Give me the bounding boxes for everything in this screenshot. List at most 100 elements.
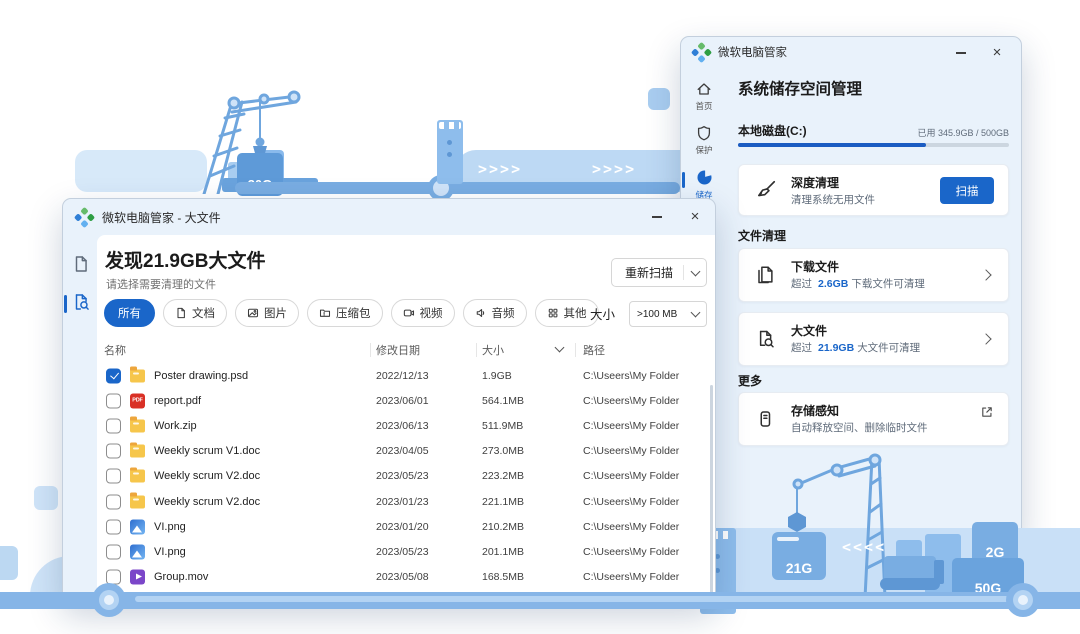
rescan-label: 重新扫描 — [612, 264, 683, 281]
filter-archives[interactable]: 压缩包 — [307, 299, 383, 327]
square-shape — [34, 486, 58, 510]
file-name: Poster drawing.psd — [154, 370, 248, 382]
filter-all[interactable]: 所有 — [104, 299, 155, 327]
file-size: 210.2MB — [482, 521, 524, 533]
filter-label: 其他 — [564, 305, 587, 321]
file-name: Group.mov — [154, 571, 208, 583]
files-titlebar[interactable]: 微软电脑管家 - 大文件 — [63, 199, 715, 235]
row-checkbox[interactable] — [106, 368, 121, 383]
size-filter-dropdown[interactable]: >100 MB — [629, 301, 707, 327]
table-row[interactable]: Weekly scrum V1.doc 2023/04/05 273.0MB C… — [97, 439, 715, 464]
doc-file-icon — [130, 445, 145, 458]
deep-clean-card[interactable]: 深度清理 清理系统无用文件 扫描 — [738, 164, 1009, 216]
card-subtitle: 超过21.9GB大文件可清理 — [791, 340, 920, 355]
disk-usage-progressbar — [738, 143, 1009, 147]
file-name: VI.png — [154, 521, 186, 533]
row-checkbox[interactable] — [106, 570, 121, 585]
filter-audio[interactable]: 音频 — [463, 299, 527, 327]
flow-arrows-icon: <<<< — [842, 538, 886, 556]
file-date: 2023/06/13 — [376, 420, 429, 432]
file-name: Weekly scrum V1.doc — [154, 445, 260, 457]
filter-label: 压缩包 — [336, 305, 371, 321]
minimize-button[interactable] — [953, 45, 969, 61]
nav-item-protect[interactable]: 保护 — [681, 125, 727, 156]
storage-titlebar[interactable]: 微软电脑管家 — [681, 37, 1021, 67]
file-path: C:\Useers\My Folder — [583, 521, 679, 533]
table-row[interactable]: VI.png 2023/01/20 210.2MB C:\Useers\My F… — [97, 514, 715, 539]
file-date: 2023/01/23 — [376, 496, 429, 508]
sidebar-item-large-files[interactable] — [72, 293, 90, 311]
pc-manager-logo-icon — [691, 41, 712, 62]
section-file-clean: 文件清理 — [738, 227, 786, 244]
rescan-button[interactable]: 重新扫描 — [611, 258, 707, 287]
file-size: 223.2MB — [482, 470, 524, 482]
download-file-icon — [755, 265, 775, 285]
row-checkbox[interactable] — [106, 444, 121, 459]
file-size: 221.1MB — [482, 496, 524, 508]
row-checkbox[interactable] — [106, 393, 121, 408]
column-size[interactable]: 大小 — [482, 342, 504, 358]
row-checkbox[interactable] — [106, 519, 121, 534]
files-sidebar — [63, 235, 97, 601]
filter-videos[interactable]: 视频 — [391, 299, 455, 327]
close-button[interactable]: × — [989, 44, 1005, 60]
download-files-card[interactable]: 下载文件 超过2.6GB下载文件可清理 — [738, 248, 1009, 302]
close-button[interactable]: × — [687, 208, 703, 224]
table-row[interactable]: Weekly scrum V2.doc 2023/05/23 223.2MB C… — [97, 464, 715, 489]
table-row[interactable]: Work.zip 2023/06/13 511.9MB C:\Useers\My… — [97, 413, 715, 438]
vertical-scrollbar[interactable] — [710, 385, 713, 593]
row-checkbox[interactable] — [106, 494, 121, 509]
large-files-card[interactable]: 大文件 超过21.9GB大文件可清理 — [738, 312, 1009, 366]
scan-button[interactable]: 扫描 — [940, 177, 994, 204]
filter-label: 视频 — [420, 305, 443, 321]
filter-documents[interactable]: 文档 — [163, 299, 227, 327]
large-file-search-icon — [755, 329, 775, 349]
files-header-subtitle: 请选择需要清理的文件 — [106, 276, 216, 292]
shield-icon — [696, 125, 712, 141]
table-row[interactable]: Poster drawing.psd 2022/12/13 1.9GB C:\U… — [97, 363, 715, 388]
active-sidebar-indicator — [64, 295, 67, 313]
rescan-dropdown[interactable] — [684, 271, 706, 275]
row-checkbox[interactable] — [106, 418, 121, 433]
psd-file-icon — [130, 369, 145, 382]
table-row[interactable]: PDF report.pdf 2023/06/01 564.1MB C:\Use… — [97, 388, 715, 413]
file-size: 564.1MB — [482, 395, 524, 407]
filter-images[interactable]: 图片 — [235, 299, 299, 327]
nav-label: 保护 — [695, 144, 712, 156]
minimize-icon — [652, 216, 662, 218]
subtitle-suffix: 下载文件可清理 — [851, 278, 925, 290]
table-row[interactable]: VI.png 2023/05/23 201.1MB C:\Useers\My F… — [97, 539, 715, 564]
pdf-file-icon: PDF — [130, 393, 145, 408]
flow-arrows-icon: >>>> — [592, 160, 636, 178]
sidebar-item-downloads[interactable] — [72, 255, 90, 273]
nav-item-storage[interactable]: 储存 — [681, 169, 727, 201]
crane-icon — [160, 88, 310, 194]
row-checkbox[interactable] — [106, 469, 121, 484]
pie-chart-icon — [696, 169, 713, 186]
minimize-icon — [956, 52, 966, 54]
window-title: 微软电脑管家 — [718, 44, 787, 60]
table-row[interactable]: Group.mov 2023/05/08 168.5MB C:\Useers\M… — [97, 565, 715, 590]
filter-other[interactable]: 其他 — [535, 299, 599, 327]
broom-icon — [755, 179, 777, 201]
file-search-icon — [72, 293, 90, 311]
zip-file-icon — [130, 419, 145, 432]
files-header-title: 发现21.9GB大文件 — [105, 246, 265, 273]
subtitle-highlight: 2.6GB — [818, 278, 848, 290]
minimize-button[interactable] — [649, 209, 665, 225]
nav-item-home[interactable]: 首页 — [681, 81, 727, 112]
flow-arrows-icon: >>>> — [478, 160, 522, 178]
square-shape — [648, 88, 670, 110]
disk-name: 本地磁盘(C:) — [738, 122, 807, 139]
size-filter-label: 大小 — [590, 304, 615, 323]
desktop: >>>> >>>> 30G — [0, 0, 1080, 634]
video-icon — [403, 307, 415, 319]
chevron-down-icon — [691, 308, 701, 318]
row-checkbox[interactable] — [106, 544, 121, 559]
table-row[interactable]: Weekly scrum V2.doc 2023/01/23 221.1MB C… — [97, 489, 715, 514]
square-shape — [0, 546, 18, 580]
sort-chevron-icon[interactable] — [555, 343, 565, 353]
file-name: Work.zip — [154, 420, 197, 432]
size-filter-value: >100 MB — [637, 309, 677, 320]
file-path: C:\Useers\My Folder — [583, 445, 679, 457]
